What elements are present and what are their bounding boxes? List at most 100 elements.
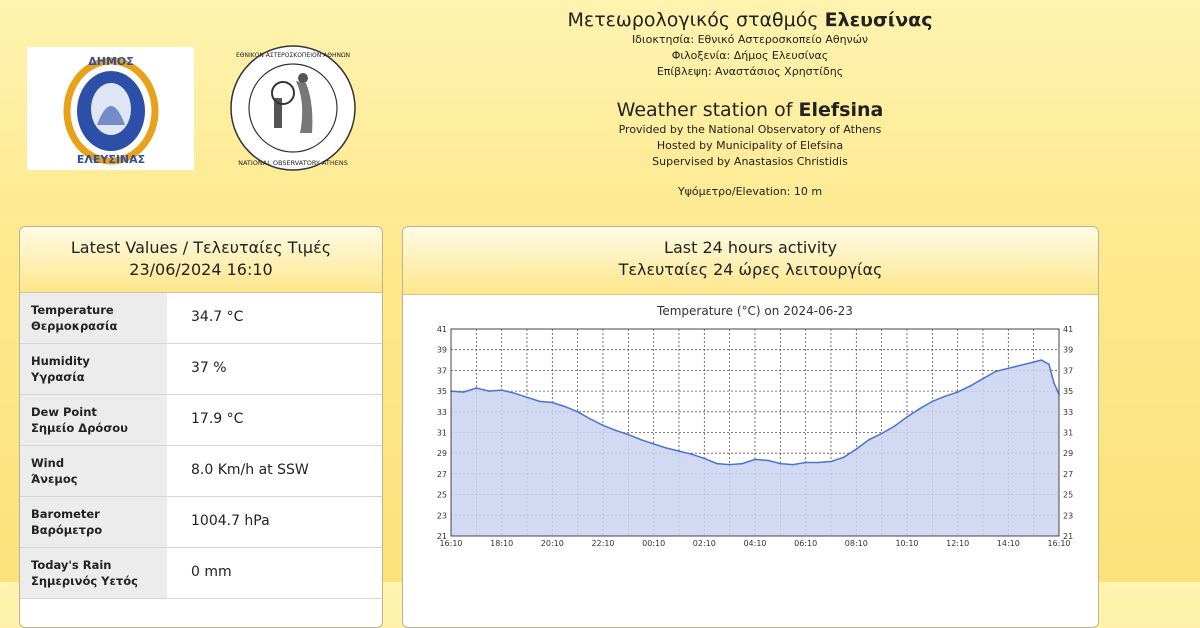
temperature-point <box>880 432 883 435</box>
observatory-seal-icon: ΕΘΝΙΚΟΝ ΑΣΤΕΡΟΣΚΟΠΕΙΟΝ ΑΘΗΝΩΝ NATIONAL O… <box>230 45 356 171</box>
temperature-point <box>728 463 731 466</box>
temperature-point <box>1020 364 1022 367</box>
temperature-point <box>652 443 655 445</box>
temperature-point <box>589 418 592 420</box>
latest-value-row: Wind Άνεμος 8.0 Km/h at SSW <box>20 446 382 497</box>
latest-value-label-gr: Θερμοκρασία <box>31 319 118 333</box>
y-tick-label-left: 37 <box>437 366 447 375</box>
y-tick-label-right: 25 <box>1063 491 1073 500</box>
station-header: Μετεωρολογικός σταθμός Ελευσίνας Ιδιοκτη… <box>500 8 1000 200</box>
temperature-point <box>855 448 858 450</box>
y-tick-label-left: 25 <box>437 491 447 500</box>
x-tick-label: 12:10 <box>946 539 969 548</box>
temperature-point <box>576 411 579 413</box>
x-tick-label: 22:10 <box>591 539 614 548</box>
municipality-logo-top-text: ΔΗΜΟΣ <box>88 55 134 68</box>
temperature-point <box>564 405 566 408</box>
provided-en: Provided by the National Observatory of … <box>618 123 882 136</box>
latest-value-label-en: Dew Point <box>31 405 97 419</box>
temperature-point <box>690 453 693 456</box>
latest-value-value: 17.9 °C <box>191 411 244 427</box>
latest-values-header: Latest Values / Τελευταίες Τιμές 23/06/2… <box>20 227 382 293</box>
supervision-gr: Επίβλεψη: Αναστάσιος Χρηστίδης <box>656 65 844 78</box>
chart-title: Temperature (°C) on 2024-06-23 <box>656 304 853 318</box>
supervised-en: Supervised by Anastasios Christidis <box>652 155 848 168</box>
x-tick-label: 10:10 <box>895 539 918 548</box>
owner-gr: Ιδιοκτησία: Εθνικό Αστεροσκοπείο Αθηνών <box>631 33 869 46</box>
latest-value-label-gr: Σημείο Δρόσου <box>31 421 128 435</box>
latest-value-label-gr: Σημερινός Υετός <box>31 574 138 588</box>
temperature-point <box>665 447 668 449</box>
y-tick-label-right: 29 <box>1063 449 1073 458</box>
municipality-emblem-icon: ΔΗΜΟΣ ΕΛΕΥΣΙΝΑΣ <box>63 55 159 166</box>
temperature-point <box>931 400 934 403</box>
temperature-point <box>944 395 946 398</box>
temperature-point <box>462 391 465 393</box>
latest-value-value: 34.7 °C <box>191 309 244 325</box>
y-tick-label-right: 27 <box>1063 470 1073 479</box>
temperature-point <box>488 390 490 392</box>
temperature-point <box>779 462 782 465</box>
x-tick-label: 14:10 <box>997 539 1020 548</box>
temperature-point <box>1032 361 1035 363</box>
observatory-logo-top-text: ΕΘΝΙΚΟΝ ΑΣΤΕΡΟΣΚΟΠΕΙΟΝ ΑΘΗΝΩΝ <box>236 52 350 59</box>
latest-value-label-en: Temperature <box>31 303 114 317</box>
temperature-point <box>551 401 554 404</box>
activity-header: Last 24 hours activity Τελευταίες 24 ώρε… <box>403 227 1098 295</box>
temperature-point <box>830 460 832 463</box>
temperature-chart-svg: Temperature (°C) on 2024-06-2321 2123 2325… <box>437 304 1073 548</box>
activity-title-en: Last 24 hours activity <box>664 238 837 257</box>
y-tick-label-left: 41 <box>437 325 447 334</box>
temperature-point <box>982 377 984 380</box>
latest-value-label: Wind Άνεμος <box>20 446 167 496</box>
latest-value-label: Humidity Υγρασία <box>20 344 167 394</box>
y-tick-label-right: 31 <box>1063 429 1073 438</box>
x-tick-label: 02:10 <box>693 539 716 548</box>
temperature-point <box>526 396 528 399</box>
y-tick-label-left: 31 <box>437 429 447 438</box>
latest-value-label-en: Today's Rain <box>31 558 112 572</box>
latest-value-value: 37 % <box>191 360 227 376</box>
y-tick-label-right: 41 <box>1063 325 1073 334</box>
temperature-point <box>1040 359 1043 361</box>
temperature-point <box>513 392 516 394</box>
hosted-en: Hosted by Municipality of Elefsina <box>656 139 844 152</box>
temperature-point <box>602 424 604 427</box>
temperature-point <box>792 463 794 466</box>
temperature-point <box>956 391 959 393</box>
latest-value-value: 0 mm <box>191 564 232 580</box>
x-tick-label: 04:10 <box>743 539 766 548</box>
latest-values-panel: Latest Values / Τελευταίες Τιμές 23/06/2… <box>19 226 383 628</box>
latest-value-label-en: Barometer <box>31 507 100 521</box>
elevation: Υψόμετρο/Elevation: 10 m <box>677 185 823 198</box>
temperature-point <box>969 385 972 387</box>
x-tick-label: 16:10 <box>439 539 462 548</box>
observatory-logo: ΕΘΝΙΚΟΝ ΑΣΤΕΡΟΣΚΟΠΕΙΟΝ ΑΘΗΝΩΝ NATIONAL O… <box>228 43 358 173</box>
title-en: Weather station of Elefsina <box>500 98 1000 122</box>
observatory-logo-bottom-text: NATIONAL OBSERVATORY ATHENS <box>238 159 348 167</box>
latest-values-datetime: 23/06/2024 16:10 <box>129 260 273 279</box>
y-tick-label-right: 33 <box>1063 408 1073 417</box>
temperature-point <box>906 416 908 418</box>
latest-values-table: Temperature Θερμοκρασία 34.7 °C Humidity Υγρ… <box>20 293 382 599</box>
temperature-point <box>538 400 541 403</box>
municipality-logo-bottom-text: ΕΛΕΥΣΙΝΑΣ <box>77 153 145 166</box>
y-tick-label-left: 29 <box>437 449 447 458</box>
title-en-bold: Elefsina <box>798 99 884 121</box>
title-gr: Μετεωρολογικός σταθμός Ελευσίνας <box>500 8 1000 32</box>
temperature-point <box>475 387 478 389</box>
latest-value-label-gr: Υγρασία <box>31 370 85 384</box>
y-tick-label-right: 35 <box>1063 387 1073 396</box>
temperature-point <box>640 438 642 441</box>
latest-value-label-en: Wind <box>31 456 65 470</box>
temperature-point <box>817 461 820 464</box>
temperature-point <box>1007 367 1010 370</box>
temperature-point <box>766 459 769 462</box>
temperature-point <box>893 425 896 428</box>
title-gr-bold: Ελευσίνας <box>824 9 933 31</box>
y-tick-label-left: 39 <box>437 346 447 355</box>
temperature-point <box>627 433 630 436</box>
y-tick-label-left: 33 <box>437 408 447 417</box>
temperature-point <box>1053 382 1055 384</box>
x-tick-label: 16:10 <box>1047 539 1070 548</box>
